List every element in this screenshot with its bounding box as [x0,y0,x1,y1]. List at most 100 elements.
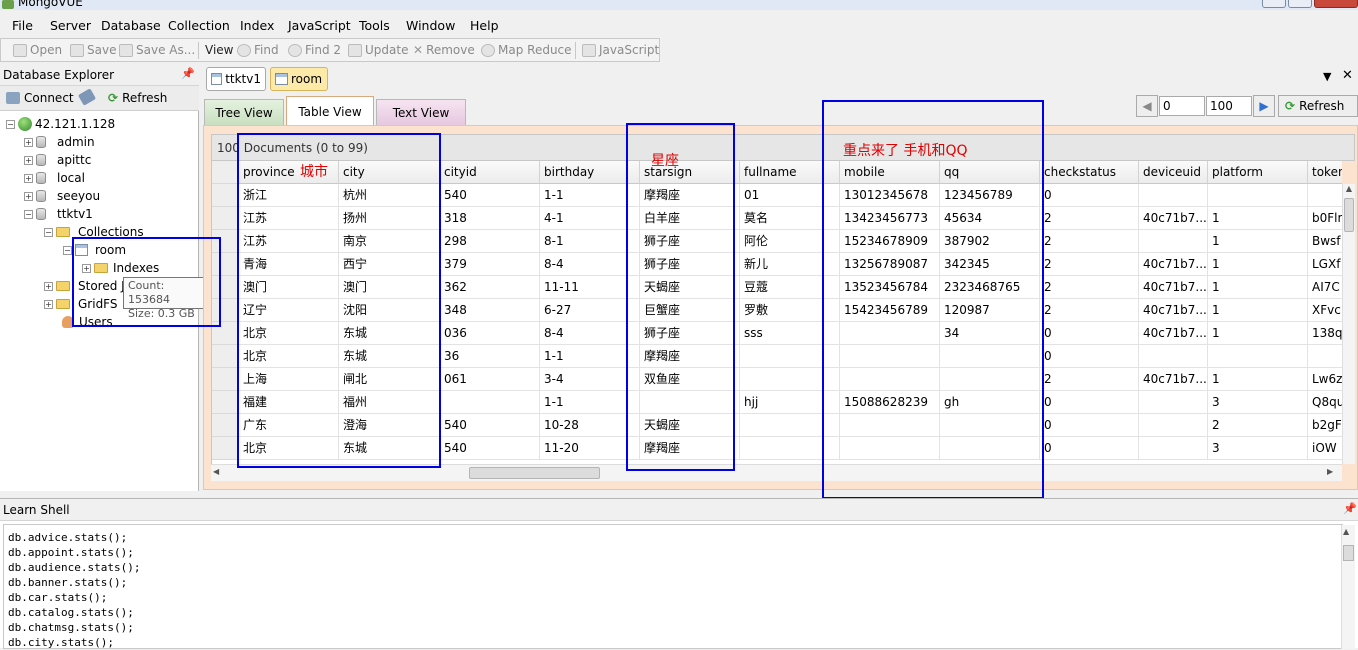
menu-help[interactable]: Help [470,18,499,33]
table-cell[interactable]: 318 [440,207,540,230]
explorer-refresh-button[interactable]: ⟳ Refresh [108,91,167,105]
row-header[interactable] [212,207,239,230]
table-cell[interactable]: 8-4 [540,253,640,276]
table-cell[interactable]: 0 [1040,391,1139,414]
javascript-button[interactable]: JavaScript [582,43,659,57]
expand-icon[interactable]: + [24,155,33,165]
table-cell[interactable]: 2 [1040,230,1139,253]
table-cell[interactable]: 298 [440,230,540,253]
scroll-right-icon[interactable]: ▶ [1327,467,1333,476]
doc-tab-room[interactable]: room [270,67,328,91]
table-cell[interactable]: 1 [1208,207,1308,230]
tree-server[interactable]: − 42.121.1.128 [6,117,115,131]
column-header-deviceuid[interactable]: deviceuid [1139,161,1208,184]
table-cell[interactable]: 4-1 [540,207,640,230]
menu-collection[interactable]: Collection [168,18,230,33]
table-cell[interactable]: 11-20 [540,437,640,460]
table-cell[interactable]: LGXf [1308,253,1342,276]
find2-button[interactable]: Find 2 [288,43,341,57]
column-header-checkstatus[interactable]: checkstatus [1040,161,1139,184]
table-cell[interactable]: 6-27 [540,299,640,322]
table-cell[interactable] [1208,184,1308,207]
menu-tools[interactable]: Tools [359,18,390,33]
shell-pin-icon[interactable]: 📌 [1343,502,1357,515]
connect-button[interactable]: Connect [6,91,74,105]
remove-button[interactable]: ✕ Remove [413,43,475,57]
table-cell[interactable]: 0 [1040,414,1139,437]
map-reduce-button[interactable]: Map Reduce [481,43,572,57]
shell-scroll-thumb[interactable] [1343,545,1354,561]
column-header-platform[interactable]: platform [1208,161,1308,184]
scroll-left-icon[interactable]: ◀ [213,467,219,476]
menu-index[interactable]: Index [240,18,274,33]
find-button[interactable]: Find [237,43,279,57]
pin-icon[interactable]: 📌 [181,67,195,80]
table-cell[interactable]: 10-28 [540,414,640,437]
table-cell[interactable] [1308,345,1342,368]
tree-db-admin[interactable]: + admin [24,135,95,149]
plug-button[interactable] [77,88,97,106]
table-cell[interactable]: 540 [440,184,540,207]
collapse-icon[interactable]: − [6,119,15,129]
table-cell[interactable]: 40c71b7... [1139,207,1208,230]
table-cell[interactable]: AI7C [1308,276,1342,299]
row-header[interactable] [212,391,239,414]
table-cell[interactable]: 362 [440,276,540,299]
save-button[interactable]: Save [70,43,116,57]
table-cell[interactable]: 2 [1208,414,1308,437]
row-header[interactable] [212,184,239,207]
table-cell[interactable] [1308,184,1342,207]
table-cell[interactable] [440,391,540,414]
table-cell[interactable] [1139,391,1208,414]
column-header-cityid[interactable]: cityid [440,161,540,184]
column-header-birthday[interactable]: birthday [540,161,640,184]
tab-table-view[interactable]: Table View [286,96,374,126]
collapse-icon[interactable]: − [24,209,33,219]
table-cell[interactable]: 1-1 [540,345,640,368]
horizontal-scroll-thumb[interactable] [469,467,600,479]
tab-tree-view[interactable]: Tree View [204,99,284,125]
table-cell[interactable]: 40c71b7... [1139,322,1208,345]
table-cell[interactable]: 40c71b7... [1139,276,1208,299]
table-cell[interactable]: 1 [1208,230,1308,253]
table-cell[interactable] [1139,414,1208,437]
table-cell[interactable]: 8-4 [540,322,640,345]
table-cell[interactable]: 0 [1040,345,1139,368]
table-cell[interactable]: 40c71b7... [1139,368,1208,391]
menu-file[interactable]: File [12,18,33,33]
table-cell[interactable]: 2 [1040,276,1139,299]
next-page-button[interactable]: ▶ [1253,95,1275,117]
close-button[interactable] [1314,0,1358,8]
table-cell[interactable]: 36 [440,345,540,368]
save-as-button[interactable]: Save As... [119,43,195,57]
doc-tab-ttktv1[interactable]: ttktv1 [206,67,266,91]
prev-page-button[interactable]: ◀ [1136,95,1158,117]
row-header[interactable] [212,345,239,368]
table-cell[interactable]: b0Flr [1308,207,1342,230]
table-cell[interactable]: 1-1 [540,391,640,414]
expand-icon[interactable]: + [44,281,53,291]
menu-server[interactable]: Server [50,18,91,33]
table-cell[interactable]: 2 [1040,368,1139,391]
tree-db-apittc[interactable]: + apittc [24,153,91,167]
table-cell[interactable]: 0 [1040,322,1139,345]
table-cell[interactable] [1139,437,1208,460]
table-cell[interactable]: 061 [440,368,540,391]
table-cell[interactable]: 2 [1040,207,1139,230]
expand-icon[interactable]: + [44,299,53,309]
table-cell[interactable]: Q8qu [1308,391,1342,414]
shell-scrollbar[interactable]: ▲ [1341,525,1355,649]
table-cell[interactable]: 1 [1208,368,1308,391]
expand-icon[interactable]: + [24,137,33,147]
table-cell[interactable]: Lw6z [1308,368,1342,391]
table-cell[interactable]: 2 [1040,253,1139,276]
column-header-token[interactable]: token [1308,161,1342,184]
shell-editor[interactable] [3,524,1343,649]
vertical-scroll-thumb[interactable] [1344,198,1354,232]
table-cell[interactable]: 379 [440,253,540,276]
table-cell[interactable]: 3 [1208,391,1308,414]
vertical-scrollbar[interactable]: ▲ [1342,184,1355,464]
table-cell[interactable]: 540 [440,414,540,437]
row-header[interactable] [212,414,239,437]
table-cell[interactable] [1208,345,1308,368]
